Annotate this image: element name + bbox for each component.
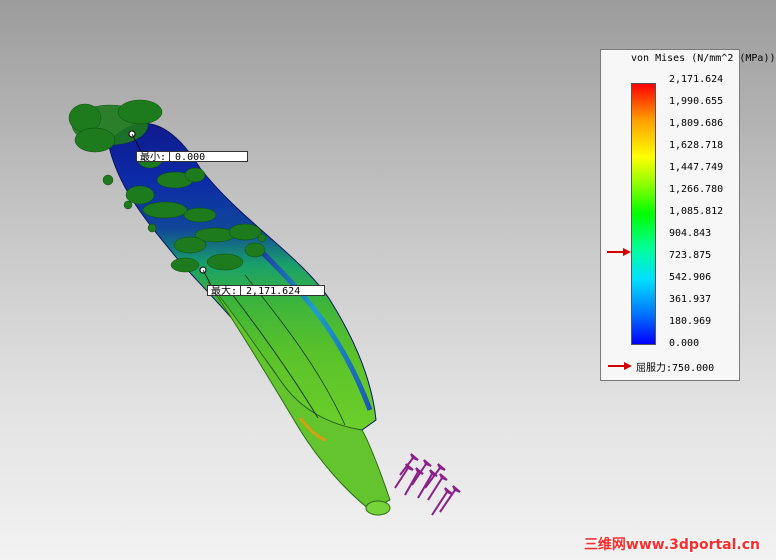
part-body	[107, 123, 377, 431]
load-arrows	[394, 453, 461, 516]
part-end	[365, 500, 391, 516]
legend-tick-label: 1,809.686	[669, 118, 724, 129]
legend-tick-label: 1,447.749	[669, 162, 724, 173]
yield-indicator: 屈服力:750.000	[608, 360, 715, 374]
legend-tick-label: 1,628.718	[669, 140, 724, 151]
yield-marker-icon	[607, 247, 631, 256]
watermark: 三维网www.3dportal.cn	[583, 537, 760, 553]
legend-color-bar	[631, 83, 656, 345]
max-probe-title: 最大:	[207, 285, 241, 297]
legend-tick-label: 361.937	[669, 294, 712, 305]
legend-tick-label: 904.843	[669, 228, 712, 239]
min-probe-title: 最小:	[136, 151, 170, 163]
max-probe-value: 2,171.624	[240, 285, 325, 297]
legend-title: von Mises (N/mm^2 (MPa))	[631, 53, 776, 64]
legend-tick-label: 180.969	[669, 316, 712, 327]
legend-tick-label: 542.906	[669, 272, 712, 283]
model-viewport[interactable]: 最小: 0.000 最大: 2,171.624 von Mises (N/mm^…	[0, 0, 776, 560]
yield-arrow-icon	[608, 362, 632, 370]
legend-tick-label: 723.875	[669, 250, 712, 261]
min-probe-value: 0.000	[169, 151, 248, 163]
legend-tick-label: 1,990.655	[669, 96, 724, 107]
legend-tick-label: 2,171.624	[669, 74, 724, 85]
max-probe-label[interactable]: 最大: 2,171.624	[207, 285, 325, 297]
legend-tick-label: 1,085.812	[669, 206, 724, 217]
yield-label: 屈服力:750.000	[636, 362, 715, 374]
min-probe-label[interactable]: 最小: 0.000	[136, 151, 248, 163]
legend-tick-label: 0.000	[669, 338, 700, 349]
stress-legend[interactable]: von Mises (N/mm^2 (MPa)) 2,171.624 1,990.…	[600, 49, 776, 381]
legend-tick-label: 1,266.780	[669, 184, 724, 195]
